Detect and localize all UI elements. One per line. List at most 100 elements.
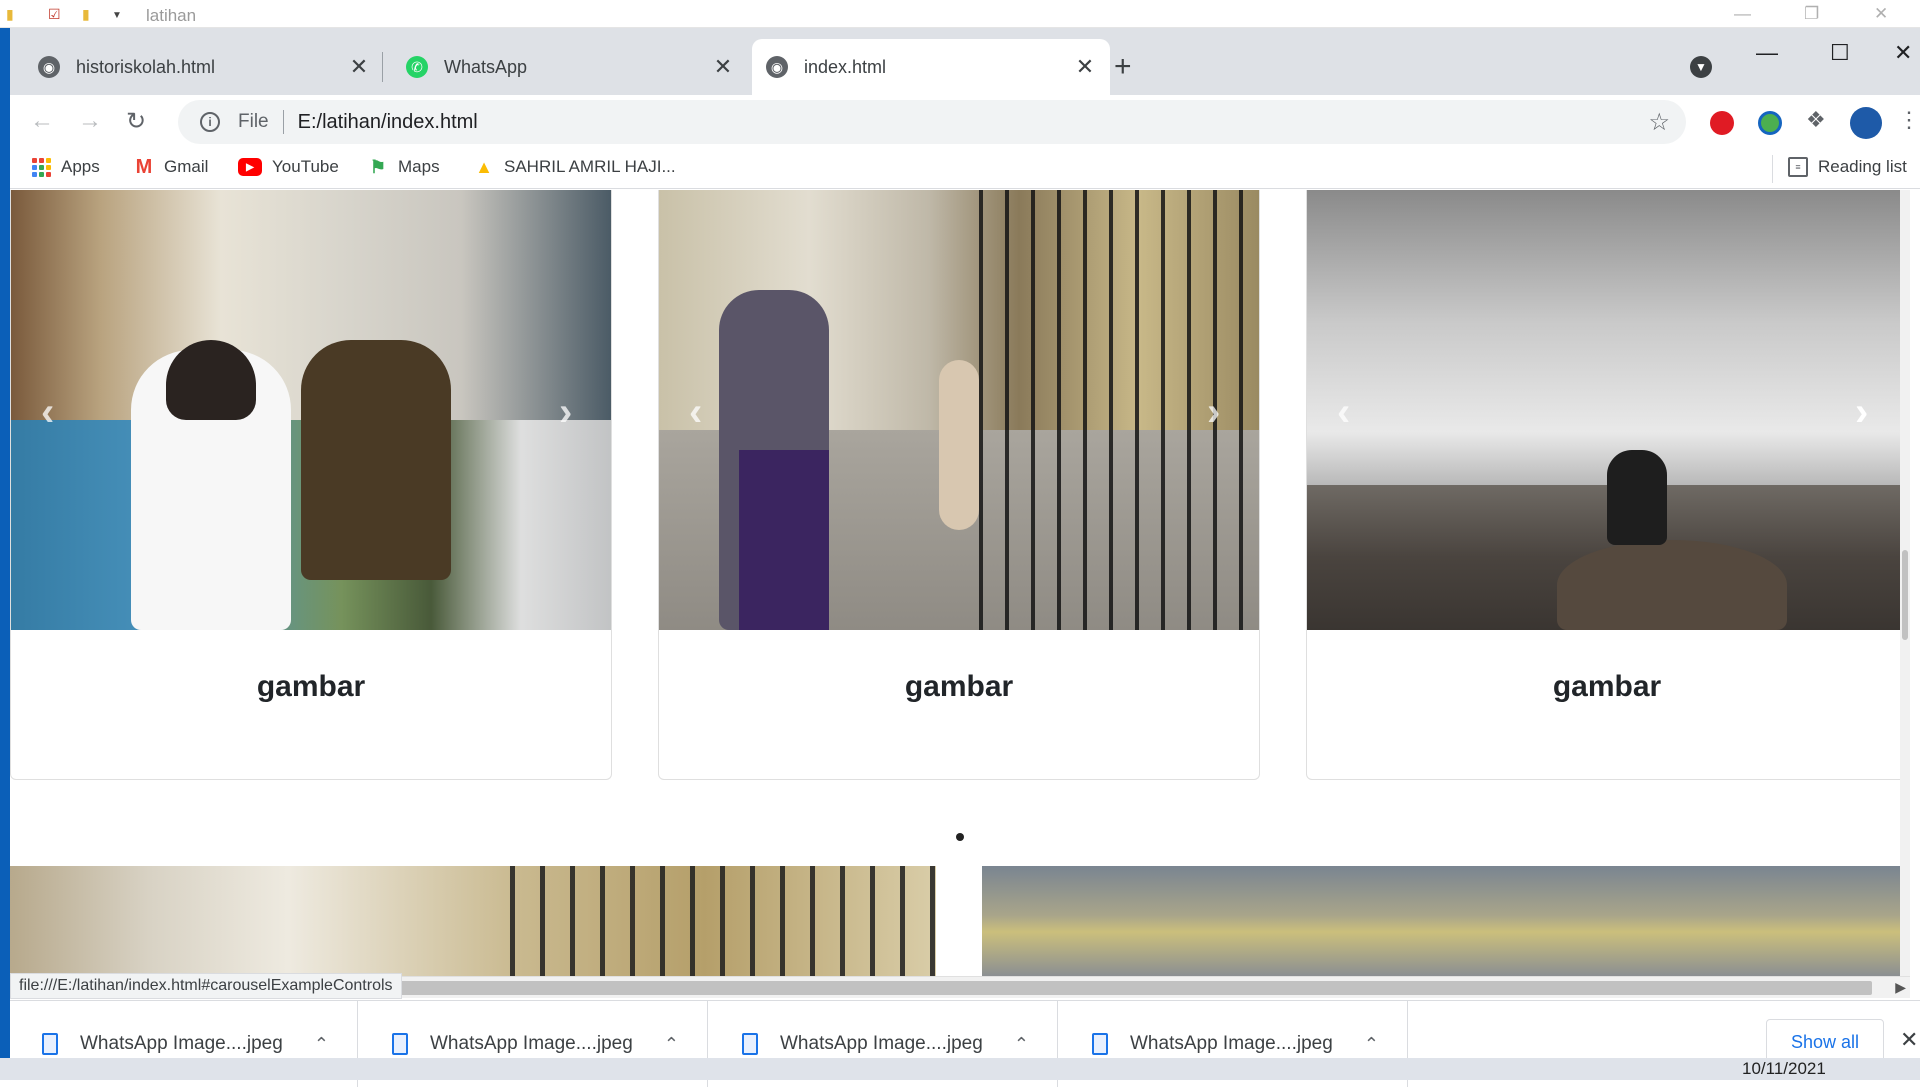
bookmark-star-icon[interactable]: ☆ [1648,108,1670,137]
profile-avatar[interactable] [1850,107,1882,139]
maps-icon: ⚑ [369,156,387,177]
bookmark-label: Apps [61,157,100,176]
bookmark-youtube[interactable]: ▶ YouTube [238,157,339,177]
card-caption: gambar [256,670,366,703]
explorer-window-title: latihan [146,6,197,25]
apps-grid-icon [32,157,51,177]
tab-historiskolah[interactable]: ◉ historiskolah.html ✕ [24,39,384,95]
image-file-icon [42,1033,58,1055]
puzzle-extensions-icon[interactable]: ❖ [1806,107,1830,132]
forward-button[interactable]: → [78,107,102,135]
tab-title: WhatsApp [444,56,528,77]
card: ‹ › gambar [10,190,612,780]
scroll-right-icon[interactable]: ▶ [1895,979,1906,996]
gmail-icon: M [135,155,153,178]
carousel-prev-icon[interactable]: ‹ [41,390,54,435]
restore-icon[interactable]: ❐ [1804,4,1819,24]
carousel-next-icon[interactable]: › [1207,390,1220,435]
carousel-prev-icon[interactable]: ‹ [689,390,702,435]
explorer-title-bar: ▮ ☑ ▮ ▼ latihan — ❐ ✕ [0,0,1920,28]
close-tab-icon[interactable]: ✕ [712,54,734,80]
youtube-icon: ▶ [238,158,262,176]
photo-figure-sitting [1607,450,1667,545]
folder-icon[interactable]: ▮ [82,6,90,23]
tab-title: historiskolah.html [76,56,216,77]
carousel-indicator[interactable] [956,833,964,841]
download-filename: WhatsApp Image....jpeg [430,1033,633,1054]
menu-kebab-icon[interactable]: ⋮ [1898,107,1920,133]
photo-rock [1557,540,1787,630]
omnibox-divider [282,110,284,134]
bookmark-gmail[interactable]: M Gmail [134,155,209,178]
globe-icon: ◉ [38,56,60,78]
globe-icon: ◉ [766,56,788,78]
windows-taskbar: 10/11/2021 [0,1058,1920,1080]
bookmark-apps[interactable]: Apps [32,157,100,177]
close-window-icon[interactable]: ✕ [1894,40,1912,66]
minimize-icon[interactable]: — [1734,4,1751,24]
scrollbar-thumb[interactable] [1902,550,1908,640]
back-button[interactable]: ← [30,107,54,135]
bookmark-maps[interactable]: ⚑ Maps [368,157,440,177]
image-file-icon [742,1033,758,1055]
close-icon[interactable]: ✕ [1874,4,1888,24]
bookmark-label: SAHRIL AMRIL HAJI... [504,157,676,176]
bookmarks-divider [1772,155,1773,183]
carousel-prev-icon[interactable]: ‹ [1337,390,1350,435]
reload-button[interactable]: ↻ [126,107,146,136]
minimize-icon[interactable]: — [1756,40,1778,66]
tab-search-icon[interactable]: ▼ [1690,56,1712,78]
adblock-extension-icon[interactable] [1710,111,1734,135]
chevron-up-icon[interactable]: ⌃ [314,1034,329,1055]
tab-strip: ◉ historiskolah.html ✕ ✆ WhatsApp ✕ ◉ in… [10,28,1920,95]
photo-sarong [739,450,829,630]
image-file-icon [392,1033,408,1055]
photo-iron-gate [510,866,936,976]
chevron-up-icon[interactable]: ⌃ [664,1034,679,1055]
tab-whatsapp[interactable]: ✆ WhatsApp ✕ [392,39,748,95]
download-filename: WhatsApp Image....jpeg [780,1033,983,1054]
close-tab-icon[interactable]: ✕ [348,54,370,80]
folder-icon: ▮ [6,6,14,22]
info-icon[interactable]: i [200,112,220,132]
reading-list-button[interactable]: ≡ Reading list [1788,157,1907,177]
vertical-scrollbar[interactable] [1900,190,1910,976]
bookmark-label: YouTube [272,157,339,176]
chevron-up-icon[interactable]: ⌃ [1364,1034,1379,1055]
download-filename: WhatsApp Image....jpeg [80,1033,283,1054]
url-scheme: File [238,111,269,132]
card: ‹ › gambar [1306,190,1910,780]
browser-window: ◉ historiskolah.html ✕ ✆ WhatsApp ✕ ◉ in… [10,28,1920,1087]
carousel-image[interactable] [982,866,1900,976]
close-downloads-icon[interactable]: ✕ [1900,1027,1918,1053]
carousel-image[interactable] [10,866,936,976]
close-tab-icon[interactable]: ✕ [1074,54,1096,80]
chevron-down-icon[interactable]: ▼ [112,10,122,21]
maximize-icon[interactable]: ☐ [1830,40,1850,66]
address-bar[interactable]: i File E:/latihan/index.html ☆ [178,100,1686,144]
card-caption: gambar [904,670,1014,703]
checkbox-icon[interactable]: ☑ [48,6,61,23]
carousel-image[interactable]: ‹ › [1307,190,1907,630]
card-caption: gambar [1552,670,1662,703]
drive-icon: ▲ [475,156,493,177]
chevron-up-icon[interactable]: ⌃ [1014,1034,1029,1055]
carousel-next-icon[interactable]: › [559,390,572,435]
toolbar: ← → ↻ i File E:/latihan/index.html ☆ ❖ ⋮ [10,95,1920,149]
page-viewport: ‹ › gambar ‹ › gambar ‹ › gambar [10,190,1910,976]
link-status-bubble: file:///E:/latihan/index.html#carouselEx… [10,973,402,999]
new-tab-button[interactable]: + [1114,50,1132,84]
carousel-image[interactable]: ‹ › [11,190,611,630]
tab-index[interactable]: ◉ index.html ✕ [752,39,1110,95]
url-text[interactable]: E:/latihan/index.html [298,111,1649,134]
carousel-image[interactable]: ‹ › [659,190,1259,630]
globe-extension-icon[interactable] [1758,111,1782,135]
photo-figure-batik [301,340,451,580]
bookmarks-bar: Apps M Gmail ▶ YouTube ⚑ Maps ▲ SAHRIL A… [10,149,1920,189]
explorer-edge [0,28,10,1078]
bookmark-drive-folder[interactable]: ▲ SAHRIL AMRIL HAJI... [474,157,676,177]
photo-figure-hair [166,340,256,420]
bookmark-label: Maps [398,157,440,176]
carousel-next-icon[interactable]: › [1855,390,1868,435]
tab-separator [382,52,383,82]
